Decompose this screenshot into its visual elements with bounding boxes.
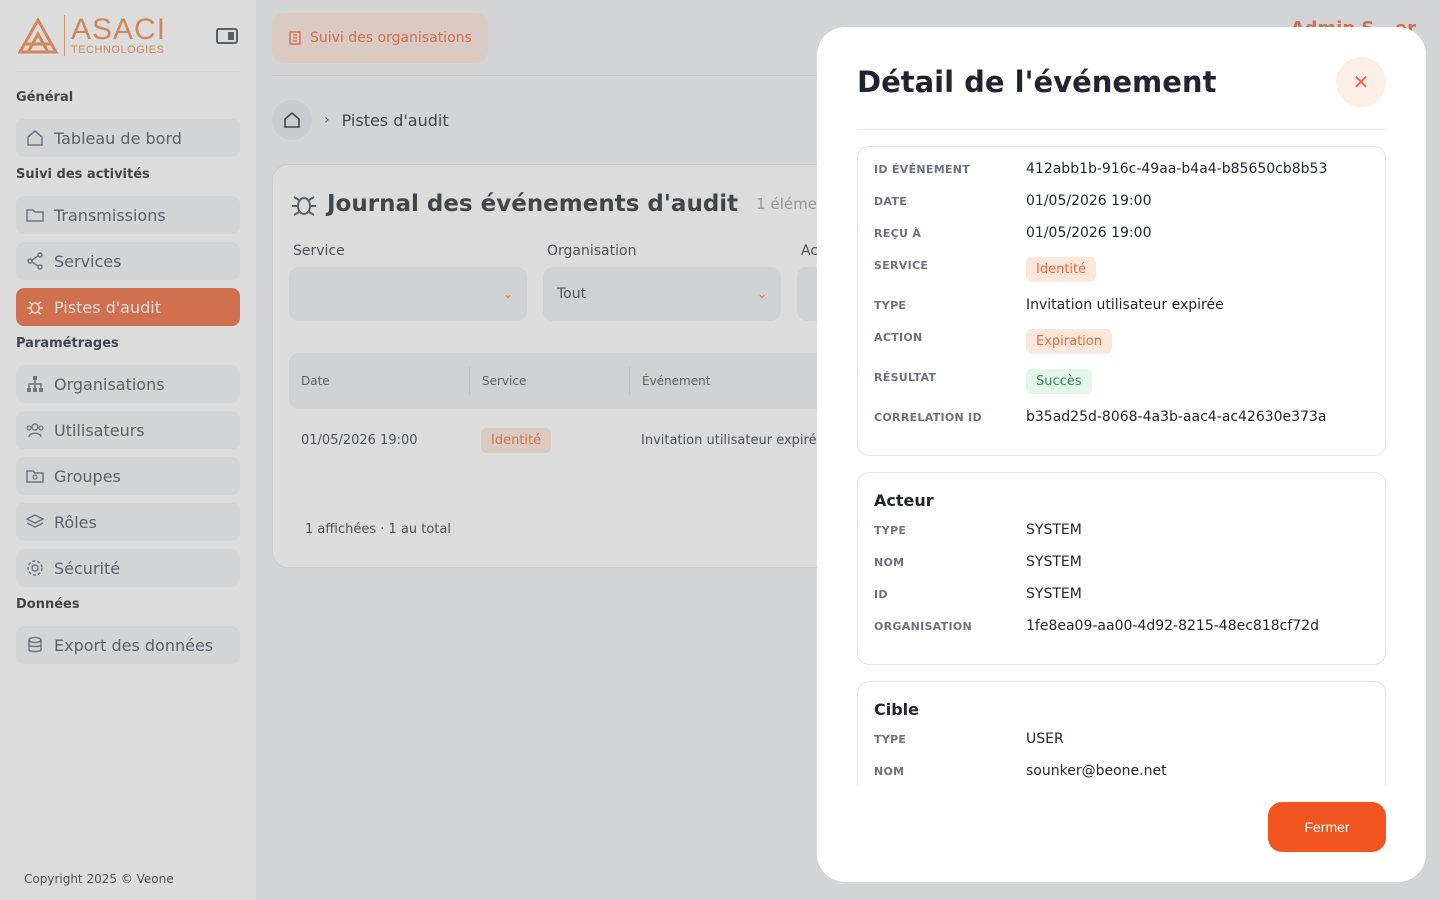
field-type: TYPE Invitation utilisateur expirée (874, 297, 1369, 329)
field-value: 01/05/2026 19:00 (1026, 193, 1152, 209)
field-event-id: ID ÉVÉNEMENT 412abb1b-916c-49aa-b4a4-b85… (874, 161, 1369, 193)
field-label: DATE (874, 195, 908, 208)
section-title: Cible (874, 700, 920, 719)
field-value: SYSTEM (1026, 554, 1082, 570)
field-actor-name: NOM SYSTEM (874, 554, 1369, 586)
fermer-button[interactable]: Fermer (1268, 802, 1386, 852)
close-icon: ✕ (1352, 70, 1370, 94)
actor-panel: Acteur TYPE SYSTEM NOM SYSTEM ID SYSTEM … (857, 472, 1386, 665)
event-panel: ID ÉVÉNEMENT 412abb1b-916c-49aa-b4a4-b85… (857, 146, 1386, 456)
field-label: TYPE (874, 733, 907, 746)
field-value: sounker@beone.net (1026, 763, 1167, 779)
drawer-title: Détail de l'événement (857, 65, 1217, 99)
target-panel: Cible TYPE USER NOM sounker@beone.net (857, 681, 1386, 785)
field-correlation-id: CORRELATION ID b35ad25d-8068-4a3b-aac4-a… (874, 409, 1369, 441)
section-title: Acteur (874, 491, 934, 510)
field-action: ACTION Expiration (874, 329, 1369, 369)
field-received: REÇU À 01/05/2026 19:00 (874, 225, 1369, 257)
field-target-name: NOM sounker@beone.net (874, 763, 1369, 785)
field-label: RÉSULTAT (874, 371, 937, 384)
field-label: NOM (874, 556, 905, 569)
field-value: Invitation utilisateur expirée (1026, 297, 1224, 313)
field-label: ID (874, 588, 888, 601)
service-badge: Identité (1026, 257, 1097, 282)
field-value: SYSTEM (1026, 522, 1082, 538)
close-button[interactable]: ✕ (1336, 57, 1386, 107)
field-label: ACTION (874, 331, 923, 344)
field-target-type: TYPE USER (874, 731, 1369, 763)
field-label: TYPE (874, 524, 907, 537)
field-value: SYSTEM (1026, 586, 1082, 602)
field-value: b35ad25d-8068-4a3b-aac4-ac42630e373a (1026, 409, 1327, 425)
drawer-header: Détail de l'événement ✕ (857, 27, 1386, 130)
field-label: NOM (874, 765, 905, 778)
field-label: REÇU À (874, 227, 922, 240)
drawer-footer: Fermer (1268, 802, 1386, 852)
field-label: ORGANISATION (874, 620, 972, 633)
field-actor-id: ID SYSTEM (874, 586, 1369, 618)
drawer-body[interactable]: ID ÉVÉNEMENT 412abb1b-916c-49aa-b4a4-b85… (857, 130, 1386, 785)
field-value: 1fe8ea09-aa00-4d92-8215-48ec818cf72d (1026, 618, 1319, 634)
field-label: ID ÉVÉNEMENT (874, 163, 971, 176)
event-detail-drawer: Détail de l'événement ✕ ID ÉVÉNEMENT 412… (817, 27, 1426, 882)
field-label: TYPE (874, 299, 907, 312)
status-badge: Succès (1026, 369, 1092, 394)
field-date: DATE 01/05/2026 19:00 (874, 193, 1369, 225)
field-value: 412abb1b-916c-49aa-b4a4-b85650cb8b53 (1026, 161, 1328, 177)
field-actor-type: TYPE SYSTEM (874, 522, 1369, 554)
field-label: SERVICE (874, 259, 929, 272)
field-result: RÉSULTAT Succès (874, 369, 1369, 409)
field-actor-organisation: ORGANISATION 1fe8ea09-aa00-4d92-8215-48e… (874, 618, 1369, 650)
action-badge: Expiration (1026, 329, 1112, 354)
field-label: CORRELATION ID (874, 411, 982, 424)
field-service: SERVICE Identité (874, 257, 1369, 297)
field-value: USER (1026, 731, 1064, 747)
field-value: 01/05/2026 19:00 (1026, 225, 1152, 241)
